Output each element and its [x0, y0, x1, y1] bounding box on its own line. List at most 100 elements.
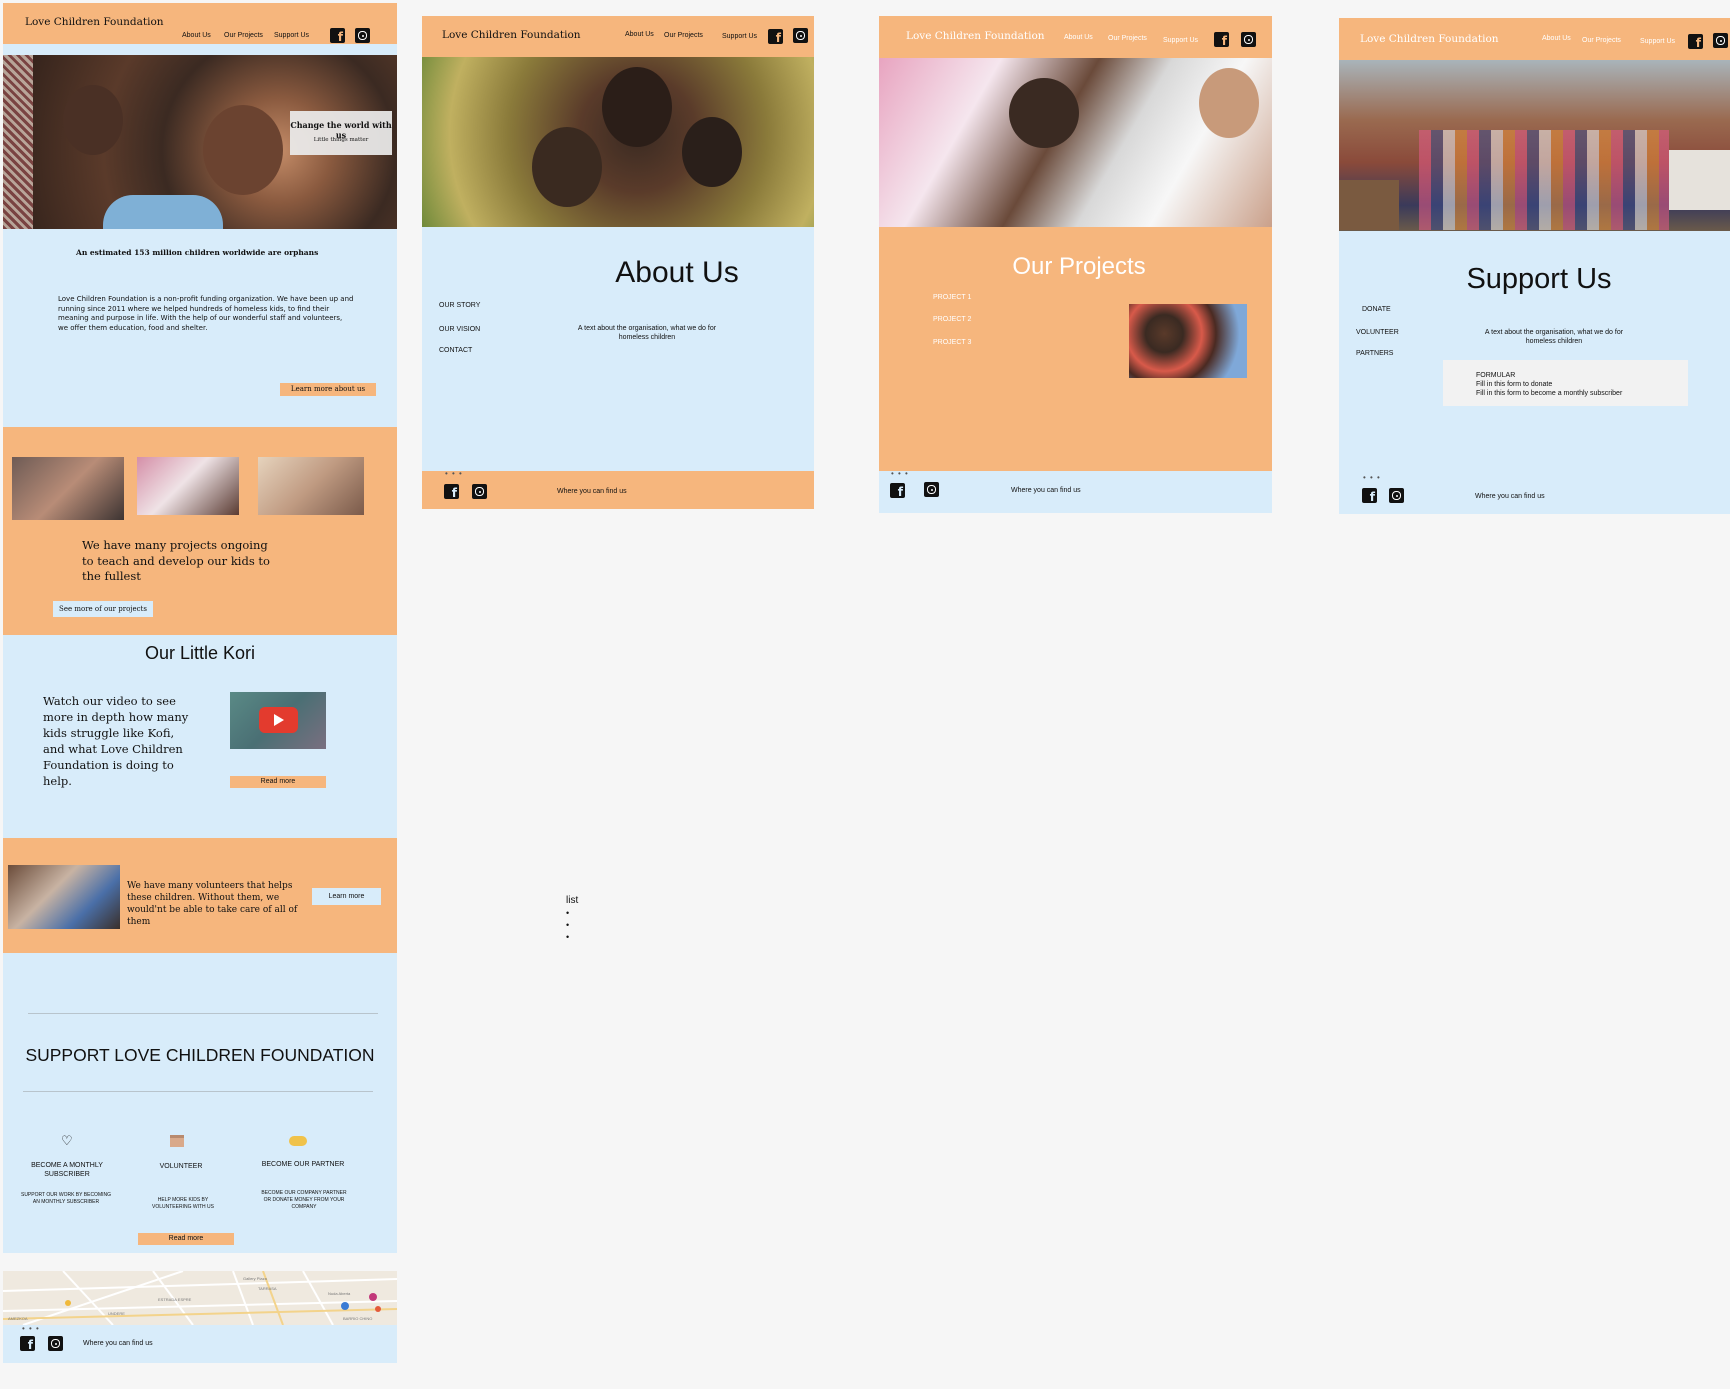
menu-project-3[interactable]: PROJECT 3 [933, 339, 971, 346]
project-image-3 [258, 457, 364, 515]
about-hero-image [422, 57, 814, 227]
facebook-icon[interactable] [330, 28, 345, 44]
footer: • • • Where you can find us [879, 469, 1272, 513]
divider [28, 1013, 378, 1014]
map[interactable]: AMEZKOA UNDERE ESTRADA ESPRE TARRASA Gal… [3, 1271, 397, 1325]
brand-logo[interactable]: Love Children Foundation [906, 30, 1045, 42]
volunteers-image [8, 865, 120, 929]
nav-projects[interactable]: Our Projects [1108, 35, 1147, 42]
menu-volunteer[interactable]: VOLUNTEER [1356, 329, 1399, 336]
map-label: AMEZKOA [8, 1316, 28, 1321]
list-item: • [566, 908, 570, 918]
video-player[interactable] [230, 692, 326, 749]
support-item-2-title[interactable]: VOLUNTEER [143, 1163, 219, 1170]
menu-our-story[interactable]: OUR STORY [439, 302, 480, 309]
learn-more-about-button[interactable]: Learn more about us [280, 383, 376, 396]
about-text: A text about the organisation, what we d… [577, 325, 717, 341]
form-subscribe-link[interactable]: Fill in this form to become a monthly su… [1476, 390, 1622, 397]
nav-support[interactable]: Support Us [722, 33, 757, 40]
support-title: SUPPORT LOVE CHILDREN FOUNDATION [25, 1045, 375, 1065]
dots-icon: • • • [1363, 473, 1381, 482]
menu-our-vision[interactable]: OUR VISION [439, 326, 480, 333]
instagram-icon[interactable] [1241, 32, 1256, 47]
nav-projects[interactable]: Our Projects [224, 32, 263, 39]
brand-logo[interactable]: Love Children Foundation [1360, 33, 1499, 45]
dots-icon: • • • [445, 469, 463, 478]
facebook-icon[interactable] [20, 1336, 35, 1352]
map-label: Gallery Plaza [243, 1276, 267, 1281]
page-title: Our Projects [1012, 253, 1146, 280]
footer-text[interactable]: Where you can find us [1475, 493, 1545, 500]
brand-logo[interactable]: Love Children Foundation [442, 29, 581, 41]
volunteers-section: We have many volunteers that helps these… [3, 838, 397, 953]
nav-projects[interactable]: Our Projects [664, 32, 703, 39]
instagram-icon[interactable] [924, 482, 939, 497]
facebook-icon[interactable] [768, 29, 783, 45]
nav-support[interactable]: Support Us [274, 32, 309, 39]
instagram-icon[interactable] [472, 484, 487, 499]
form-card[interactable]: FORMULAR Fill in this form to donate Fil… [1443, 360, 1688, 406]
nav-about[interactable]: About Us [1542, 35, 1571, 42]
map-label: Nuda Aberta [328, 1291, 351, 1296]
learn-more-button[interactable]: Learn more [312, 888, 381, 905]
support-read-more-button[interactable]: Read more [138, 1233, 234, 1245]
header: Love Children Foundation About Us Our Pr… [3, 3, 397, 44]
kori-text: Watch our video to see more in depth how… [43, 694, 189, 788]
menu-contact[interactable]: CONTACT [439, 347, 472, 354]
divider [23, 1091, 373, 1092]
nav-about[interactable]: About Us [182, 32, 211, 39]
footer-text[interactable]: Where you can find us [557, 488, 627, 495]
form-donate-link[interactable]: Fill in this form to donate [1476, 381, 1552, 388]
projects-section: We have many projects ongoing to teach a… [3, 427, 397, 635]
map-label: UNDERE [108, 1311, 125, 1316]
menu-donate[interactable]: DONATE [1362, 306, 1391, 313]
footer-text[interactable]: Where you can find us [83, 1340, 153, 1347]
instagram-icon[interactable] [1713, 33, 1728, 48]
play-icon[interactable] [259, 707, 298, 733]
facebook-icon[interactable] [890, 483, 905, 499]
instagram-icon[interactable] [355, 28, 370, 43]
footer-text[interactable]: Where you can find us [1011, 487, 1081, 494]
facebook-icon[interactable] [1688, 34, 1703, 50]
header: Love Children Foundation About Us Our Pr… [422, 16, 814, 57]
brand-logo[interactable]: Love Children Foundation [25, 16, 164, 28]
facebook-icon[interactable] [1214, 32, 1229, 48]
nav-support[interactable]: Support Us [1640, 38, 1675, 45]
map-label: ESTRADA ESPRE [158, 1297, 192, 1302]
home-frame: Love Children Foundation About Us Our Pr… [3, 3, 397, 1363]
nav-about[interactable]: About Us [1064, 34, 1093, 41]
facebook-icon[interactable] [1362, 488, 1377, 504]
support-frame: Love Children Foundation About Us Our Pr… [1339, 18, 1730, 514]
instagram-icon[interactable] [1389, 488, 1404, 503]
handshake-icon [289, 1136, 307, 1146]
kori-title: Our Little Kori [144, 643, 256, 663]
nav-projects[interactable]: Our Projects [1582, 37, 1621, 44]
dots-icon: • • • [22, 1324, 40, 1333]
list-label: list [566, 895, 579, 906]
support-item-1-title[interactable]: BECOME A MONTHLY SUBSCRIBER [25, 1161, 109, 1179]
support-item-3-title[interactable]: BECOME OUR PARTNER [257, 1161, 349, 1168]
list: • • • [566, 907, 569, 943]
facebook-icon[interactable] [444, 484, 459, 500]
instagram-icon[interactable] [793, 28, 808, 43]
hero-image: Change the world with us Little things m… [3, 55, 397, 229]
nav-about[interactable]: About Us [625, 31, 654, 38]
orphans-heading: An estimated 153 million children worldw… [76, 248, 319, 257]
header: Love Children Foundation About Us Our Pr… [1339, 18, 1730, 60]
intro-text: Love Children Foundation is a non-profit… [58, 295, 354, 332]
gap [3, 1253, 397, 1271]
list-item: • [566, 932, 570, 942]
menu-project-2[interactable]: PROJECT 2 [933, 316, 971, 323]
instagram-icon[interactable] [48, 1336, 63, 1351]
menu-partners[interactable]: PARTNERS [1356, 350, 1393, 357]
support-item-3-desc: BECOME OUR COMPANY PARTNER OR DONATE MON… [261, 1190, 347, 1210]
read-more-button[interactable]: Read more [230, 776, 326, 788]
support-item-2-desc: HELP MORE KIDS BY VOLUNTEERING WITH US [152, 1197, 214, 1210]
dots-icon: • • • [891, 469, 909, 478]
support-text: A text about the organisation, what we d… [1484, 329, 1624, 345]
nav-support[interactable]: Support Us [1163, 37, 1198, 44]
menu-project-1[interactable]: PROJECT 1 [933, 294, 971, 301]
heart-icon: ♡ [61, 1133, 73, 1148]
footer: • • • Where you can find us [1339, 472, 1730, 514]
see-more-projects-button[interactable]: See more of our projects [53, 601, 153, 617]
